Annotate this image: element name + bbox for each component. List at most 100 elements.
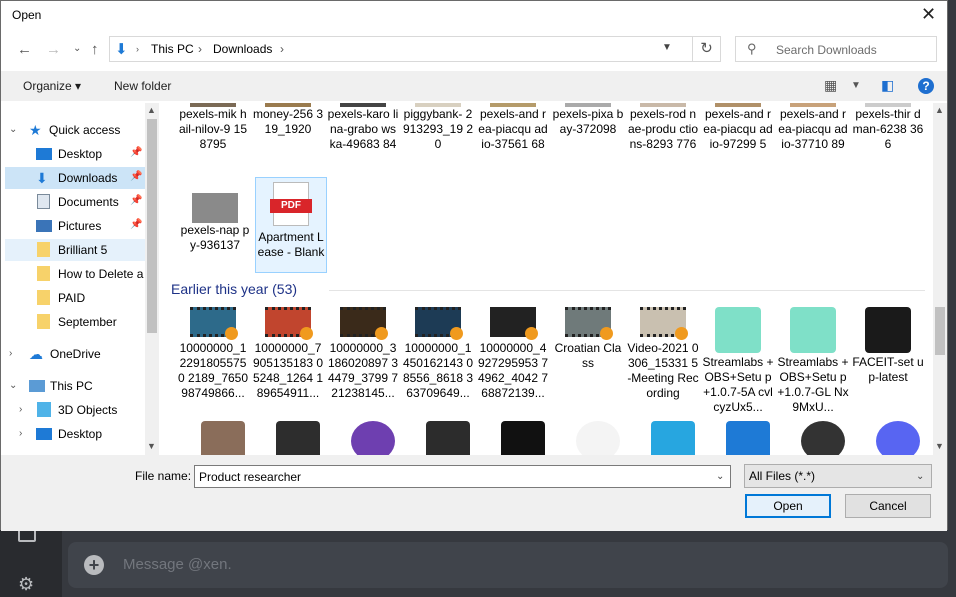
file-item[interactable]: 10000000_7 905135183 05248_1264 18965491… bbox=[252, 307, 324, 401]
refresh-icon[interactable]: ↻ bbox=[693, 36, 721, 62]
nav-desktop-pc[interactable]: › Desktop bbox=[5, 423, 145, 445]
app-icon[interactable] bbox=[876, 421, 920, 455]
chevron-down-icon[interactable]: ⌄ bbox=[9, 124, 17, 135]
nav-3d-objects[interactable]: › 3D Objects bbox=[5, 399, 145, 421]
nav-brilliant-5[interactable]: Brilliant 5 bbox=[5, 239, 145, 261]
nav-downloads[interactable]: ⬇ Downloads 📌 bbox=[5, 167, 145, 189]
file-item[interactable]: piggybank- 2913293_19 20 bbox=[402, 103, 474, 152]
chevron-down-icon[interactable]: ▼ bbox=[662, 42, 672, 53]
preview-pane-icon[interactable]: ◧ bbox=[881, 77, 894, 94]
help-icon[interactable]: ? bbox=[918, 78, 934, 94]
video-thumbnail bbox=[340, 307, 388, 340]
scroll-down-icon[interactable]: ▼ bbox=[147, 441, 156, 451]
pin-icon[interactable]: 📌 bbox=[130, 195, 142, 206]
app-icon[interactable] bbox=[501, 421, 545, 455]
file-item-pdf[interactable]: PDF Apartment Lease - Blank bbox=[255, 177, 327, 273]
view-options-icon[interactable]: ▦ bbox=[824, 77, 837, 94]
chevron-right-icon[interactable]: › bbox=[19, 404, 22, 415]
scroll-down-icon[interactable]: ▼ bbox=[935, 441, 944, 451]
file-item[interactable]: 10000000_4 927295953 74962_4042 76887213… bbox=[477, 307, 549, 401]
content-scrollbar[interactable]: ▲ ▼ bbox=[933, 103, 947, 455]
file-name: pexels-and rea-piacqu adio-97299 5 bbox=[703, 107, 773, 151]
file-item[interactable]: 10000000_3 186020897 34479_3799 72123814… bbox=[327, 307, 399, 401]
app-icon[interactable] bbox=[651, 421, 695, 455]
up-icon[interactable]: ↑ bbox=[91, 41, 99, 58]
scrollbar-thumb[interactable] bbox=[935, 307, 945, 355]
chevron-down-icon[interactable]: ⌄ bbox=[9, 380, 17, 391]
file-item[interactable]: pexels-nap py-936137 bbox=[179, 193, 251, 253]
file-item[interactable]: 10000000_1 22918055750 2189_7650 9874986… bbox=[177, 307, 249, 401]
chevron-down-icon[interactable]: ⌄ bbox=[916, 471, 924, 482]
app-icon[interactable] bbox=[576, 421, 620, 455]
chevron-right-icon[interactable]: › bbox=[136, 44, 139, 54]
pin-icon[interactable]: 📌 bbox=[130, 147, 142, 158]
breadcrumb-this-pc[interactable]: This PC bbox=[151, 42, 194, 56]
organize-button[interactable]: Organize ▾ bbox=[23, 79, 81, 93]
nav-how-to-delete[interactable]: How to Delete a bbox=[5, 263, 145, 285]
file-item[interactable]: FACEIT-set up-latest bbox=[852, 307, 924, 385]
app-icon[interactable] bbox=[351, 421, 395, 455]
nav-pictures[interactable]: Pictures 📌 bbox=[5, 215, 145, 237]
add-attachment-icon[interactable]: + bbox=[84, 555, 104, 575]
chevron-right-icon[interactable]: › bbox=[198, 42, 202, 56]
gear-icon[interactable]: ⚙ bbox=[18, 574, 34, 595]
close-icon[interactable]: ✕ bbox=[921, 4, 936, 25]
chevron-right-icon[interactable]: › bbox=[280, 42, 284, 56]
nav-scrollbar[interactable]: ▲ ▼ bbox=[145, 103, 159, 455]
scroll-up-icon[interactable]: ▲ bbox=[935, 105, 944, 115]
file-item[interactable]: pexels-and rea-piacqu adio-97299 5 bbox=[702, 103, 774, 152]
file-item[interactable]: pexels-mik hail-nilov-9 158795 bbox=[177, 103, 249, 152]
app-icon[interactable] bbox=[201, 421, 245, 455]
recent-chevron-icon[interactable]: ⌄ bbox=[73, 43, 81, 54]
nav-september[interactable]: September bbox=[5, 311, 145, 333]
forward-icon[interactable]: → bbox=[46, 41, 61, 58]
file-item[interactable]: 10000000_1 450162143 08556_8618 36370964… bbox=[402, 307, 474, 401]
nav-documents[interactable]: Documents 📌 bbox=[5, 191, 145, 213]
scrollbar-thumb[interactable] bbox=[147, 119, 157, 333]
file-item[interactable]: pexels-thir dman-6238 366 bbox=[852, 103, 924, 152]
app-icon[interactable] bbox=[426, 421, 470, 455]
file-item[interactable]: Croatian Class bbox=[552, 307, 624, 371]
nav-desktop[interactable]: Desktop 📌 bbox=[5, 143, 145, 165]
pin-icon[interactable]: 📌 bbox=[130, 171, 142, 182]
message-bar[interactable]: + Message @xen. bbox=[68, 542, 948, 588]
search-box[interactable]: ⚲ Search Downloads bbox=[735, 36, 937, 62]
app-icon[interactable] bbox=[726, 421, 770, 455]
folder-icon bbox=[37, 290, 50, 305]
file-item[interactable]: Streamlabs +OBS+Setu p+1.0.7-GL Nx9MxU..… bbox=[777, 307, 849, 415]
chevron-right-icon[interactable]: › bbox=[9, 348, 12, 359]
file-item[interactable]: Streamlabs +OBS+Setu p+1.0.7-5A cvlcyzUx… bbox=[702, 307, 774, 415]
nav-quick-access[interactable]: ⌄ ★ Quick access bbox=[5, 119, 145, 141]
file-item[interactable]: pexels-rod nae-produ ctions-8293 776 bbox=[627, 103, 699, 152]
chevron-down-icon[interactable]: ⌄ bbox=[716, 471, 724, 482]
group-header[interactable]: Earlier this year (53) bbox=[171, 281, 297, 297]
new-folder-button[interactable]: New folder bbox=[114, 79, 171, 93]
file-name-input[interactable]: Product researcher ⌄ bbox=[194, 465, 731, 488]
chevron-right-icon[interactable]: › bbox=[19, 428, 22, 439]
scroll-up-icon[interactable]: ▲ bbox=[147, 105, 156, 115]
app-icon[interactable] bbox=[276, 421, 320, 455]
file-item[interactable]: pexels-and rea-piacqu adio-37710 89 bbox=[777, 103, 849, 152]
breadcrumb-downloads[interactable]: Downloads bbox=[213, 42, 272, 56]
chevron-down-icon[interactable]: ▼ bbox=[851, 80, 861, 91]
file-type-select[interactable]: All Files (*.*) ⌄ bbox=[744, 464, 932, 488]
nav-label: 3D Objects bbox=[58, 403, 118, 417]
file-item[interactable]: pexels-pixa bay-372098 bbox=[552, 103, 624, 137]
pin-icon[interactable]: 📌 bbox=[130, 219, 142, 230]
document-icon bbox=[37, 194, 50, 209]
app-icon[interactable] bbox=[801, 421, 845, 455]
app-icon bbox=[790, 307, 836, 353]
open-button[interactable]: Open bbox=[745, 494, 831, 518]
file-item[interactable]: pexels-karo lina-grabo wska-49683 84 bbox=[327, 103, 399, 152]
cancel-button[interactable]: Cancel bbox=[845, 494, 931, 518]
address-bar[interactable]: ⬇ › This PC › Downloads › ▼ bbox=[109, 36, 693, 62]
image-thumbnail bbox=[865, 103, 911, 107]
video-thumbnail bbox=[415, 307, 463, 340]
back-icon[interactable]: ← bbox=[17, 41, 32, 58]
file-item[interactable]: pexels-and rea-piacqu adio-37561 68 bbox=[477, 103, 549, 152]
nav-paid[interactable]: PAID bbox=[5, 287, 145, 309]
nav-onedrive[interactable]: › ☁ OneDrive bbox=[5, 343, 145, 365]
file-item[interactable]: money-256 319_1920 bbox=[252, 103, 324, 137]
nav-this-pc[interactable]: ⌄ This PC bbox=[5, 375, 145, 397]
file-item[interactable]: Video-2021 0306_15331 5-Meeting Recordin… bbox=[627, 307, 699, 401]
